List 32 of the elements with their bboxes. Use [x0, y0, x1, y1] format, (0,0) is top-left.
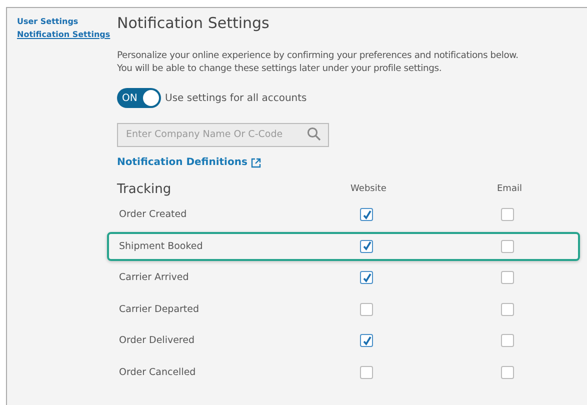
column-header: Email — [496, 184, 523, 194]
checkbox[interactable] — [360, 240, 373, 253]
section-title: Tracking — [117, 182, 172, 196]
checkbox[interactable] — [501, 334, 514, 348]
checkbox[interactable] — [360, 302, 373, 316]
description-text: You will be able to change these settings later under your profile settings. — [117, 62, 443, 75]
column-header: Website — [350, 184, 388, 194]
toggle-switch[interactable]: ON — [117, 88, 161, 108]
page-title: Notification Settings — [117, 14, 270, 32]
notification-label: Order Delivered — [119, 335, 196, 346]
definitions-link[interactable]: Notification Definitions — [117, 157, 248, 168]
checkbox[interactable] — [360, 334, 373, 348]
notification-label: Order Cancelled — [119, 366, 197, 378]
sidebar-link[interactable]: User Settings — [17, 17, 78, 26]
notification-label: Carrier Arrived — [119, 272, 190, 284]
checkbox[interactable] — [501, 271, 514, 284]
checkbox[interactable] — [501, 302, 514, 316]
sidebar-link[interactable]: Notification Settings — [17, 30, 110, 39]
notification-label: Carrier Departed — [119, 304, 200, 315]
checkbox[interactable] — [501, 240, 514, 253]
description-text: Personalize your online experience by confirming your preferences and notifications below. — [117, 49, 520, 62]
checkbox[interactable] — [501, 366, 514, 379]
checkbox[interactable] — [501, 208, 514, 221]
checkbox[interactable] — [360, 271, 373, 284]
search-icon — [307, 127, 321, 141]
checkbox[interactable] — [360, 366, 373, 379]
toggle-label: Use settings for all accounts — [165, 92, 307, 104]
checkbox[interactable] — [360, 208, 373, 221]
external-link-icon — [251, 158, 262, 168]
notification-label: Shipment Booked — [119, 240, 204, 252]
search-field[interactable]: Enter Company Name Or C-Code — [117, 122, 329, 146]
notification-label: Order Created — [119, 209, 188, 220]
